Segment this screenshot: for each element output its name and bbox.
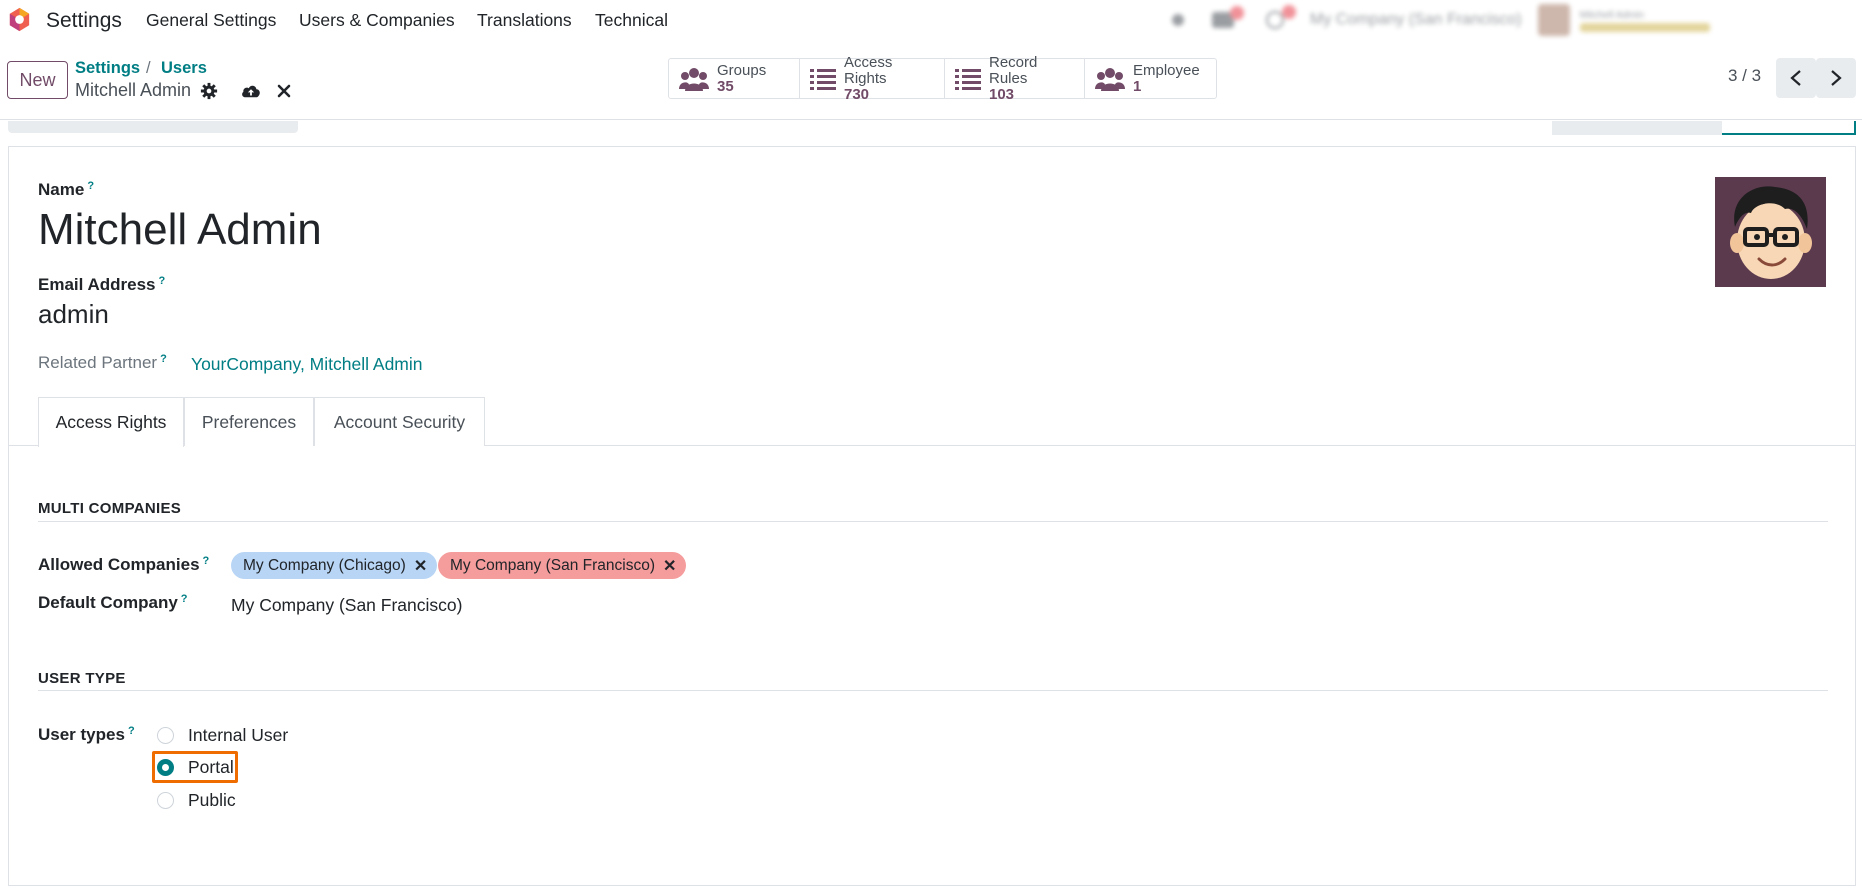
groups-smart-button[interactable]: Groups 35 <box>669 59 800 98</box>
employee-smart-button[interactable]: Employee 1 <box>1085 59 1216 98</box>
smart-button-label: Employee <box>1133 61 1200 79</box>
related-partner-label: Related Partner? <box>38 353 167 372</box>
radio-label: Public <box>188 790 236 810</box>
help-icon[interactable]: ? <box>87 180 94 192</box>
status-bar-active-stage[interactable] <box>1722 121 1856 135</box>
tab-preferences[interactable]: Preferences <box>184 397 314 446</box>
smart-buttons: Groups 35 Access Rights 730 Record Rules… <box>668 54 1217 102</box>
remove-tag-icon[interactable]: ✕ <box>414 556 427 576</box>
breadcrumb-users[interactable]: Users <box>161 59 207 78</box>
company-tag-chicago[interactable]: My Company (Chicago) ✕ <box>231 552 438 579</box>
section-divider <box>38 690 1828 691</box>
access-rights-smart-button[interactable]: Access Rights 730 <box>800 54 945 102</box>
name-label: Name? <box>38 180 95 199</box>
user-type-internal-option[interactable]: Internal User <box>157 725 288 746</box>
app-name[interactable]: Settings <box>46 9 122 33</box>
smart-button-count: 730 <box>844 85 870 103</box>
help-icon[interactable]: ? <box>181 593 188 605</box>
control-panel: New Settings / Users Mitchell Admin Grou… <box>0 50 1862 120</box>
chevron-right-icon <box>1831 70 1842 86</box>
default-company-label: Default Company? <box>38 593 188 612</box>
tab-access-rights[interactable]: Access Rights <box>38 397 184 447</box>
email-field[interactable]: admin <box>38 299 109 330</box>
section-multi-companies: MULTI COMPANIES <box>38 500 182 517</box>
messages-icon[interactable] <box>1212 6 1244 28</box>
smart-button-label: Access Rights <box>844 53 893 87</box>
section-user-type: USER TYPE <box>38 670 126 687</box>
company-switcher[interactable]: My Company (San Francisco) <box>1310 11 1522 29</box>
allowed-companies-label: Allowed Companies? <box>38 555 210 574</box>
help-icon[interactable]: ? <box>160 353 167 365</box>
list-icon <box>810 68 836 90</box>
new-button[interactable]: New <box>7 61 68 99</box>
tag-label: My Company (San Francisco) <box>450 556 656 574</box>
menu-translations[interactable]: Translations <box>477 10 572 31</box>
settings-app-icon[interactable] <box>6 6 33 33</box>
systray: My Company (San Francisco) Mitchell Admi… <box>1172 4 1710 36</box>
gear-icon[interactable] <box>200 82 218 100</box>
smart-button-label: Record Rules <box>989 53 1038 87</box>
portal-highlight-box <box>152 751 238 783</box>
radio-internal-user[interactable] <box>157 727 174 744</box>
menu-users-companies[interactable]: Users & Companies <box>299 10 455 31</box>
pager-value[interactable]: 3 / 3 <box>1728 66 1761 86</box>
help-icon[interactable]: ? <box>203 555 210 567</box>
cloud-upload-icon[interactable] <box>240 82 262 100</box>
cartoon-face-avatar-icon <box>1715 177 1826 287</box>
user-avatar-image[interactable] <box>1715 177 1826 287</box>
smart-button-count: 103 <box>989 85 1015 103</box>
record-name: Mitchell Admin <box>75 80 192 100</box>
user-type-public-option[interactable]: Public <box>157 790 236 811</box>
status-bar-left <box>8 121 298 133</box>
pager-next-button[interactable] <box>1816 58 1856 98</box>
users-icon <box>1095 67 1125 91</box>
smart-button-label: Groups <box>717 61 767 79</box>
record-rules-smart-button[interactable]: Record Rules 103 <box>945 54 1085 102</box>
name-field[interactable]: Mitchell Admin <box>38 205 322 255</box>
users-icon <box>679 67 709 91</box>
smart-button-count: 1 <box>1133 77 1142 95</box>
discard-x-icon[interactable] <box>277 84 291 98</box>
related-partner-link[interactable]: YourCompany, Mitchell Admin <box>191 354 423 375</box>
menu-general-settings[interactable]: General Settings <box>146 10 276 31</box>
list-icon <box>955 68 981 90</box>
notebook-tabs: Access Rights Preferences Account Securi… <box>8 397 1856 447</box>
user-db <box>1579 22 1710 32</box>
pager-previous-button[interactable] <box>1776 58 1816 98</box>
top-navbar: Settings General Settings Users & Compan… <box>0 0 1862 40</box>
breadcrumb-separator: / <box>146 59 151 77</box>
breadcrumb-settings[interactable]: Settings <box>75 59 140 78</box>
radio-public[interactable] <box>157 792 174 809</box>
radio-label: Internal User <box>188 725 289 745</box>
smart-button-count: 35 <box>717 77 734 95</box>
menu-technical[interactable]: Technical <box>595 10 668 31</box>
user-types-label: User types? <box>38 725 135 744</box>
tab-account-security[interactable]: Account Security <box>314 397 485 446</box>
default-company-field[interactable]: My Company (San Francisco) <box>231 595 462 616</box>
email-label: Email Address? <box>38 275 166 294</box>
remove-tag-icon[interactable]: ✕ <box>663 556 676 576</box>
help-icon[interactable]: ? <box>128 725 135 737</box>
activity-icon[interactable] <box>1266 5 1296 29</box>
user-name[interactable]: Mitchell Admin <box>1580 9 1710 23</box>
bug-icon[interactable] <box>1172 14 1184 26</box>
section-divider <box>38 521 1828 522</box>
form-sheet <box>8 146 1856 886</box>
help-icon[interactable]: ? <box>158 275 165 287</box>
chevron-left-icon <box>1790 70 1801 86</box>
tag-label: My Company (Chicago) <box>243 556 406 574</box>
company-tag-san-francisco[interactable]: My Company (San Francisco) ✕ <box>438 552 687 579</box>
user-avatar[interactable] <box>1537 4 1570 36</box>
